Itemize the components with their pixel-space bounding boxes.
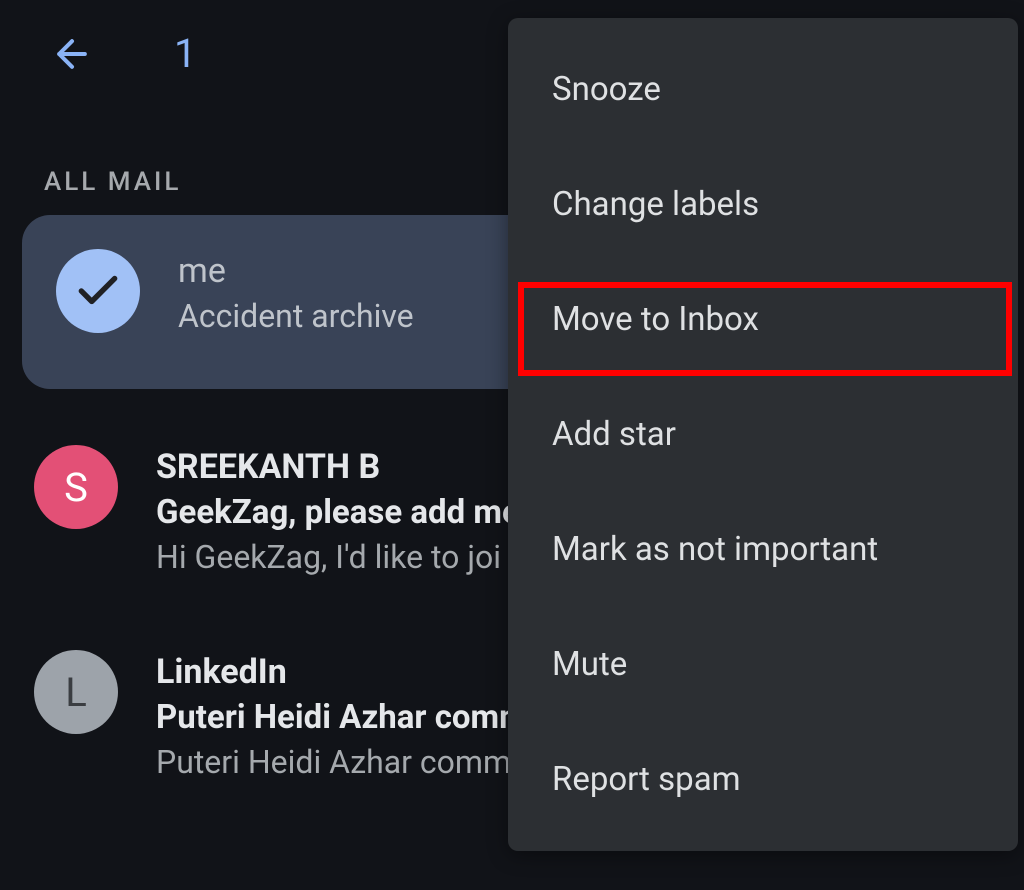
avatar-letter[interactable]: S [34, 445, 118, 529]
selection-count: 1 [174, 30, 196, 77]
menu-item-snooze[interactable]: Snooze [508, 32, 1018, 147]
menu-item-mark-not-important[interactable]: Mark as not important [508, 492, 1018, 607]
menu-item-move-to-inbox[interactable]: Move to Inbox [508, 262, 1018, 377]
context-menu: Snooze Change labels Move to Inbox Add s… [508, 18, 1018, 851]
menu-item-change-labels[interactable]: Change labels [508, 147, 1018, 262]
avatar-letter[interactable]: L [34, 650, 118, 734]
back-button[interactable] [50, 32, 94, 76]
back-arrow-icon [50, 32, 94, 76]
menu-item-add-star[interactable]: Add star [508, 377, 1018, 492]
check-icon [73, 266, 123, 316]
menu-item-mute[interactable]: Mute [508, 607, 1018, 722]
avatar-checkmark[interactable] [56, 249, 140, 333]
menu-item-report-spam[interactable]: Report spam [508, 722, 1018, 837]
